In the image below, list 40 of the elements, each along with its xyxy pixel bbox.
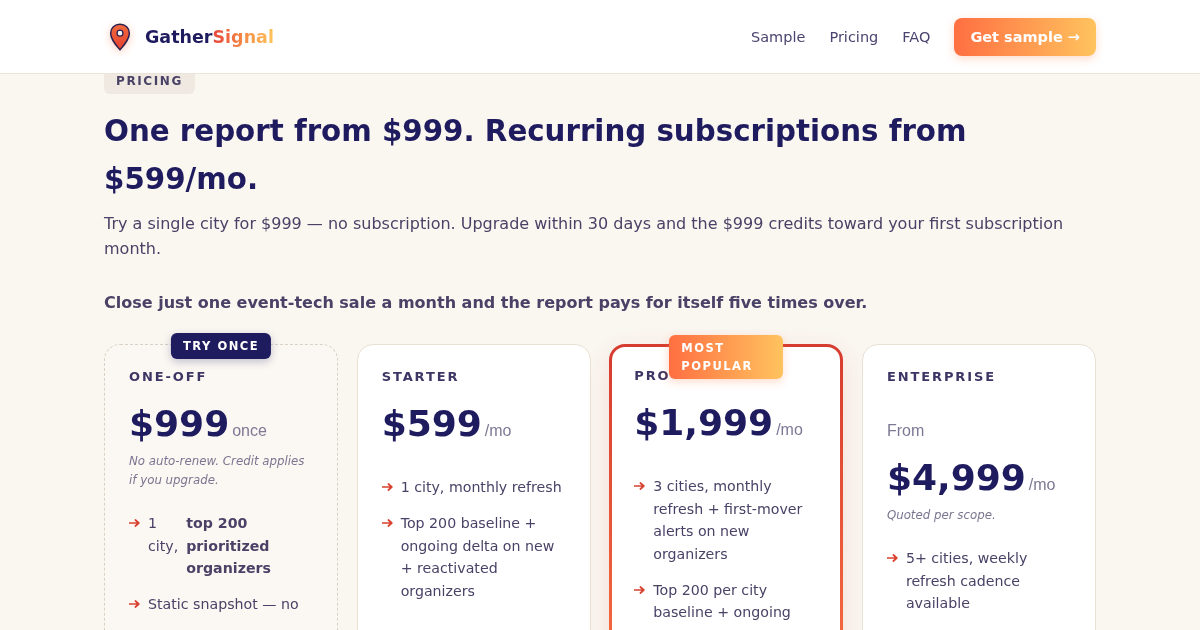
arrow-icon [129, 600, 140, 608]
price-period: once [232, 422, 267, 439]
arrow-icon [129, 519, 140, 527]
nav-link[interactable]: FAQ [902, 28, 931, 45]
arrow-icon [381, 483, 393, 491]
plan-price: $599 [381, 403, 482, 444]
feature-text: Top 200 per city baseline + ongoing [653, 580, 792, 622]
plan-note: No auto-renew. Credit applies if you upgrade. [129, 453, 306, 489]
feature-text: 1 city, top 200 prioritized organizers [148, 514, 272, 578]
brand-name[interactable]: GatherSignal [145, 26, 274, 47]
nav-link[interactable]: Sample [751, 28, 806, 45]
plan-name: PRO [634, 368, 672, 384]
price-period: /mo [484, 422, 512, 439]
feature-text: Top 200 baseline + ongoing delta on new + reactivated organizers [400, 514, 556, 601]
arrow-icon [886, 554, 898, 562]
feature-text: 3 cities, monthly refresh + first-mover alerts on new organizers [653, 477, 804, 564]
price-prefix: From [886, 422, 925, 439]
arrow-icon [634, 585, 646, 594]
page-heading: One report from $999. Recurring subscriptions from $599/mo. [104, 113, 968, 198]
map-pin-icon [109, 22, 131, 51]
feature-text: 1 city, monthly refresh [400, 478, 562, 497]
price-period: /mo [776, 421, 803, 438]
arrow-icon [634, 482, 646, 490]
plan-price: $4,999 [886, 457, 1026, 498]
plan-price: $1,999 [634, 402, 774, 443]
plan-tag: TRY ONCE [171, 333, 272, 359]
nav-link[interactable]: Pricing [829, 28, 879, 45]
feature-text: Static snapshot — no [148, 595, 299, 614]
plan-name: STARTER [381, 369, 461, 385]
feature-text: 5+ cities, weekly refresh cadence available [905, 549, 1029, 613]
section-tag: PRICING [104, 74, 195, 94]
plan-name: ENTERPRISE [886, 369, 997, 385]
plan-price: $999 [129, 403, 230, 444]
intro-text: Try a single city for $999 — no subscription. Upgrade within 30 days and the $999 credits toward your first subscription month. [104, 213, 1065, 260]
price-period: /mo [1028, 476, 1056, 493]
plan-name: ONE-OFF [129, 369, 209, 385]
value-statement: Close just one event-tech sale a month and the report pays for itself five times over. [104, 292, 869, 314]
plan-note: Quoted per scope. [886, 507, 997, 524]
plan-tag: MOST POPULAR [669, 335, 784, 379]
arrow-icon [381, 519, 393, 527]
